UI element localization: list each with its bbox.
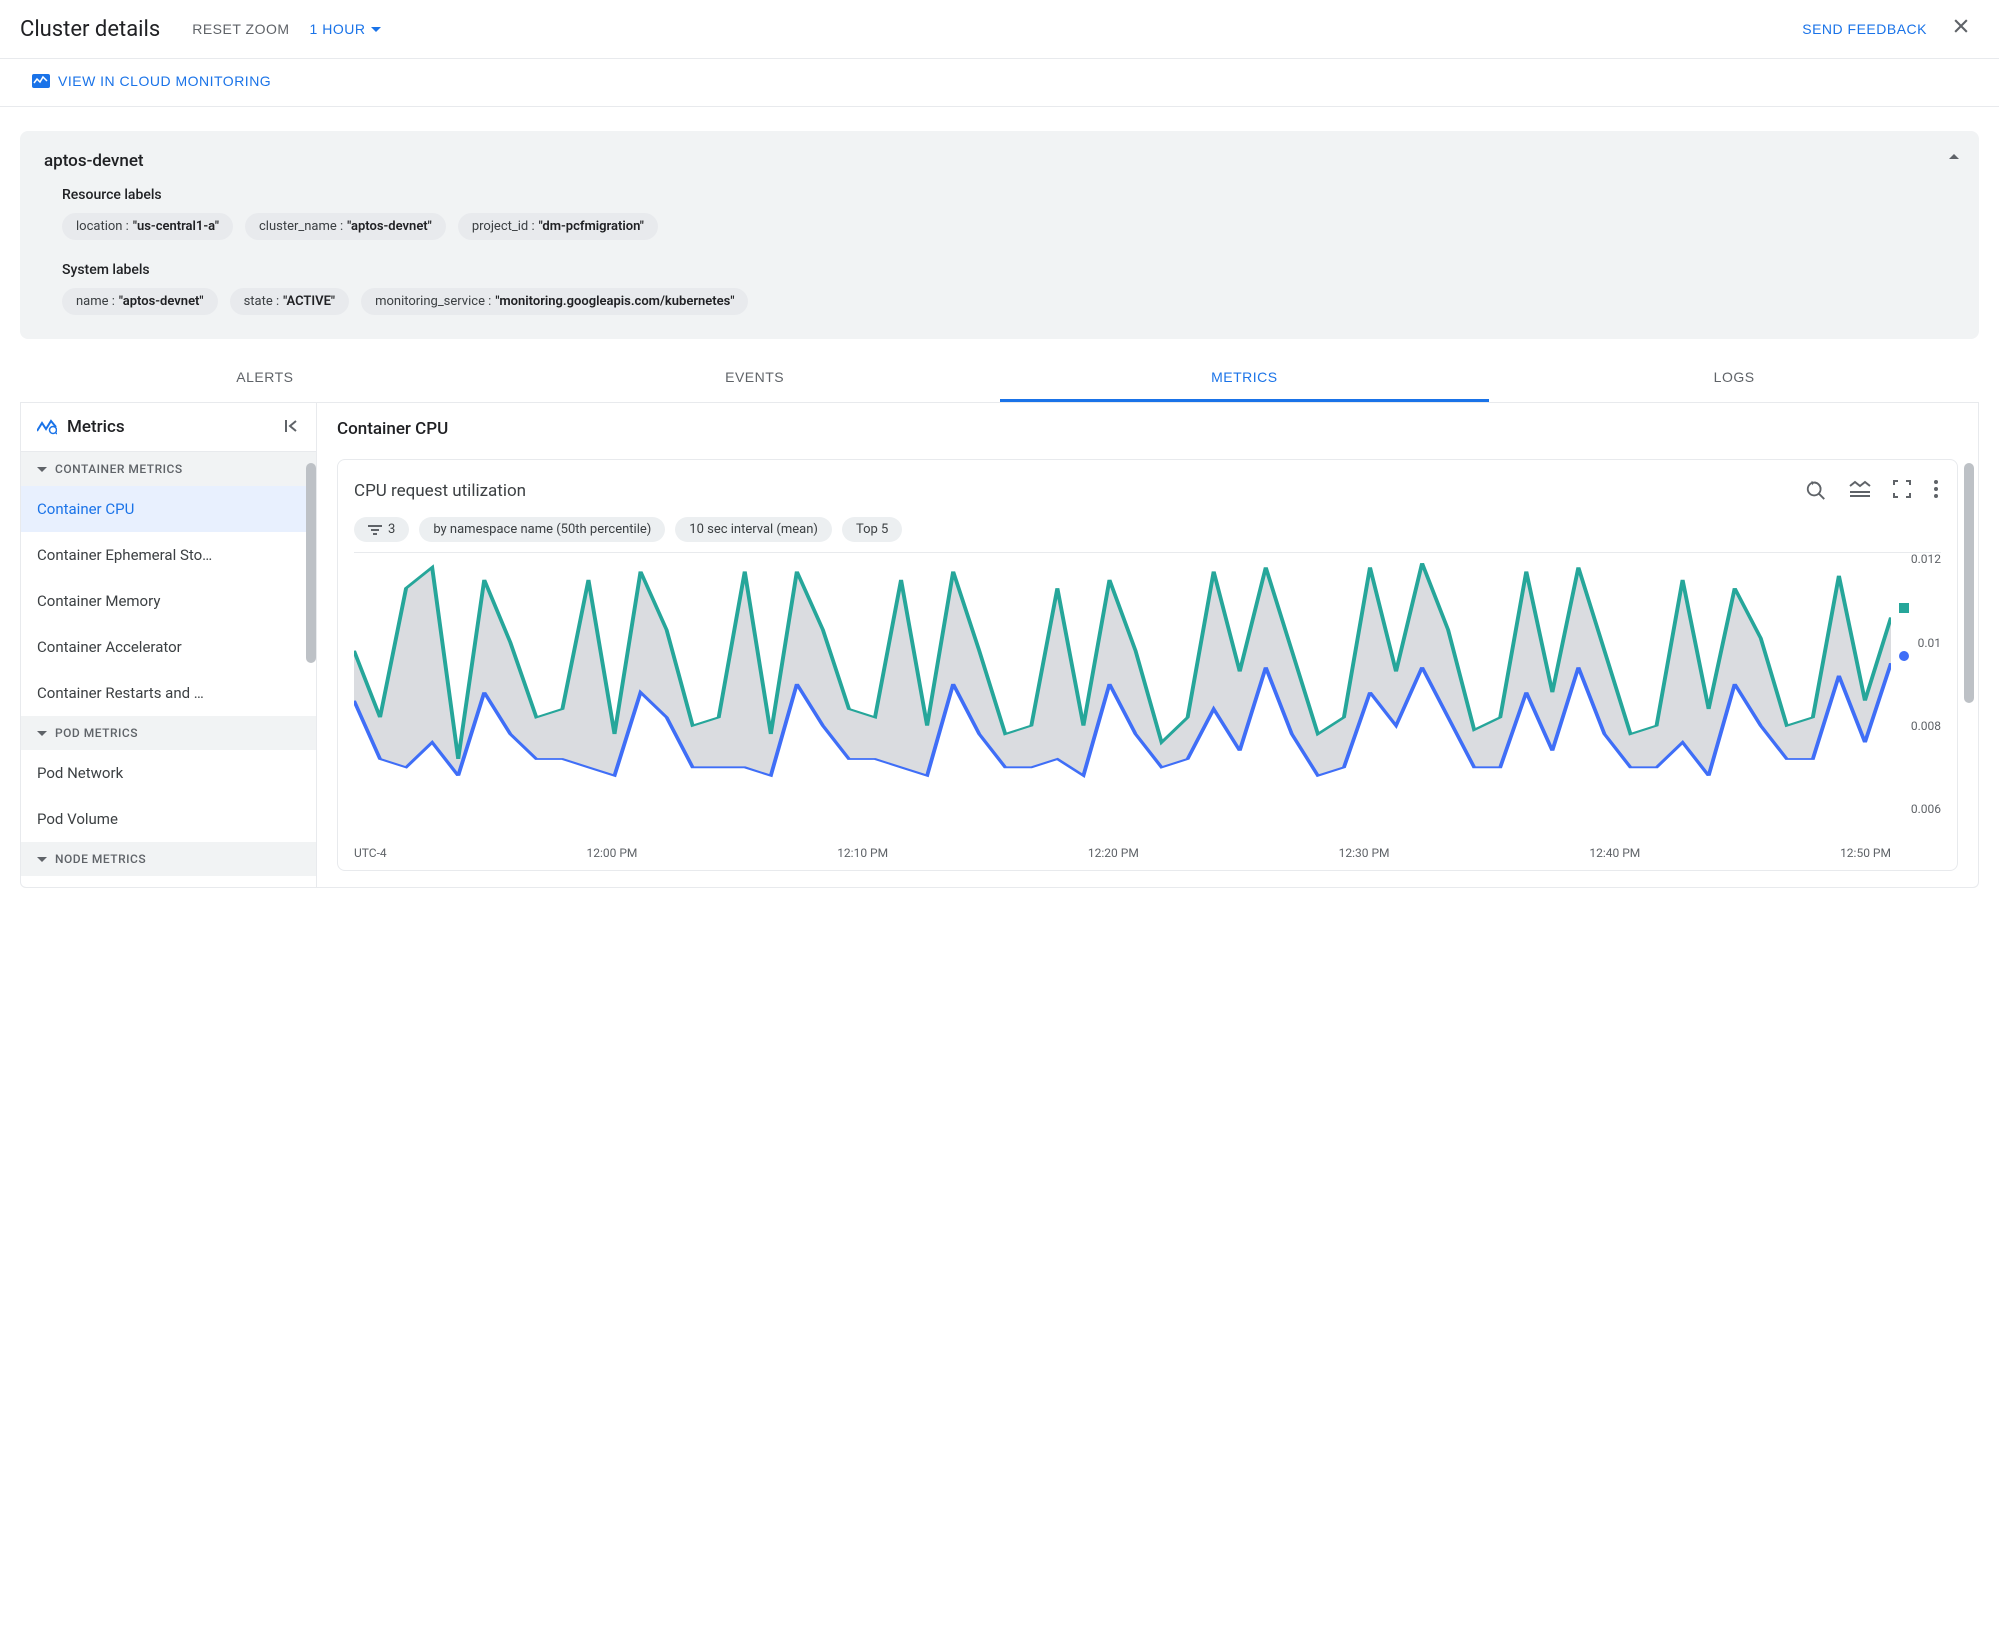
sidebar-item-container-accelerator[interactable]: Container Accelerator [21,624,316,670]
label-chip: monitoring_service : "monitoring.googlea… [361,288,748,315]
send-feedback-button[interactable]: SEND FEEDBACK [1802,21,1927,37]
page-title: Cluster details [20,17,160,42]
tab-events[interactable]: EVENTS [510,355,1000,402]
sidebar-group-container[interactable]: CONTAINER METRICS [21,452,316,486]
chart-filter-chips: 3 by namespace name (50th percentile) 10… [354,517,1941,542]
chart-title: CPU request utilization [354,481,1803,501]
x-axis-labels: UTC-4 12:00 PM 12:10 PM 12:20 PM 12:30 P… [354,842,1941,860]
sidebar-item-container-restarts[interactable]: Container Restarts and … [21,670,316,716]
legend-toggle-button[interactable] [1847,478,1873,503]
close-button[interactable] [1943,12,1979,46]
cluster-name: aptos-devnet [44,151,1955,171]
group-label: NODE METRICS [55,852,146,866]
y-tick: 0.008 [1911,719,1941,733]
group-label: CONTAINER METRICS [55,462,183,476]
time-range-label: 1 HOUR [310,21,366,37]
sidebar-group-node[interactable]: NODE METRICS [21,842,316,876]
reset-zoom-icon-button[interactable] [1803,476,1829,505]
metrics-icon [37,419,57,435]
chart-area: 0.012 0.01 0.008 0.006 [354,552,1941,842]
view-in-cloud-monitoring-link[interactable]: VIEW IN CLOUD MONITORING [32,73,271,89]
sidebar-group-pod[interactable]: POD METRICS [21,716,316,750]
time-range-dropdown[interactable]: 1 HOUR [310,21,382,37]
y-tick: 0.01 [1918,636,1941,650]
metrics-header: Metrics [21,403,316,452]
chevron-down-icon [37,731,47,736]
x-tick: 12:10 PM [837,846,888,860]
legend-marker-square [1899,603,1909,613]
filter-icon [368,524,382,536]
tab-alerts[interactable]: ALERTS [20,355,510,402]
x-tick: 12:40 PM [1589,846,1640,860]
view-link-label: VIEW IN CLOUD MONITORING [58,73,271,89]
monitoring-icon [32,74,50,88]
label-chip: cluster_name : "aptos-devnet" [245,213,446,240]
legend-icon [1849,480,1871,498]
interval-chip[interactable]: 10 sec interval (mean) [675,517,832,542]
chart-toolbar [1803,476,1941,505]
label-chip: location : "us-central1-a" [62,213,233,240]
main-panel: Container CPU CPU request utilization [317,403,1978,887]
chart-card: CPU request utilization [337,459,1958,871]
sidebar-item-container-memory[interactable]: Container Memory [21,578,316,624]
close-icon [1951,16,1971,36]
reset-zoom-button[interactable]: RESET ZOOM [192,21,289,37]
fullscreen-button[interactable] [1891,478,1913,503]
label-chip: name : "aptos-devnet" [62,288,218,315]
resource-labels-row: location : "us-central1-a" cluster_name … [62,213,1955,240]
tabs: ALERTS EVENTS METRICS LOGS [20,355,1979,403]
y-tick: 0.012 [1911,552,1941,566]
more-vert-icon [1933,479,1939,499]
y-tick: 0.006 [1911,802,1941,816]
filter-count-chip[interactable]: 3 [354,517,409,542]
topbar: Cluster details RESET ZOOM 1 HOUR SEND F… [0,0,1999,59]
chart-header: CPU request utilization [354,476,1941,505]
x-tick: 12:50 PM [1840,846,1891,860]
x-tick: 12:20 PM [1088,846,1139,860]
zoom-reset-icon [1805,478,1827,500]
collapse-left-icon [284,418,300,434]
resource-labels-title: Resource labels [62,187,1955,203]
sidebar-title: Metrics [67,417,274,437]
x-tick: 12:30 PM [1339,846,1390,860]
topn-chip[interactable]: Top 5 [842,517,902,542]
main-scrollbar[interactable] [1964,463,1974,703]
group-label: POD METRICS [55,726,138,740]
more-options-button[interactable] [1931,477,1941,504]
cluster-details-card: aptos-devnet Resource labels location : … [20,131,1979,339]
subbar: VIEW IN CLOUD MONITORING [0,59,1999,107]
system-labels-title: System labels [62,262,1955,278]
chevron-down-icon [37,467,47,472]
section-title: Container CPU [317,403,1978,455]
content: Metrics CONTAINER METRICS Container CPU … [20,403,1979,888]
sidebar-item-container-cpu[interactable]: Container CPU [21,486,316,532]
tab-logs[interactable]: LOGS [1489,355,1979,402]
chevron-up-icon [1949,154,1959,159]
collapse-sidebar-button[interactable] [284,418,300,437]
legend-marker-circle [1899,651,1909,661]
label-chip: project_id : "dm-pcfmigration" [458,213,658,240]
sidebar-item-pod-volume[interactable]: Pod Volume [21,796,316,842]
collapse-card-button[interactable] [1949,147,1959,162]
sidebar-item-container-ephemeral[interactable]: Container Ephemeral Sto… [21,532,316,578]
line-chart[interactable] [354,559,1891,809]
filter-count: 3 [388,522,395,537]
chevron-down-icon [371,27,381,32]
label-chip: state : "ACTIVE" [230,288,350,315]
x-tz: UTC-4 [354,846,387,860]
x-tick: 12:00 PM [586,846,637,860]
groupby-chip[interactable]: by namespace name (50th percentile) [419,517,665,542]
sidebar-scrollbar[interactable] [306,463,316,663]
system-labels-row: name : "aptos-devnet" state : "ACTIVE" m… [62,288,1955,315]
tab-metrics[interactable]: METRICS [1000,355,1490,402]
sidebar-item-pod-network[interactable]: Pod Network [21,750,316,796]
fullscreen-icon [1893,480,1911,498]
metrics-sidebar: Metrics CONTAINER METRICS Container CPU … [21,403,317,887]
chevron-down-icon [37,857,47,862]
